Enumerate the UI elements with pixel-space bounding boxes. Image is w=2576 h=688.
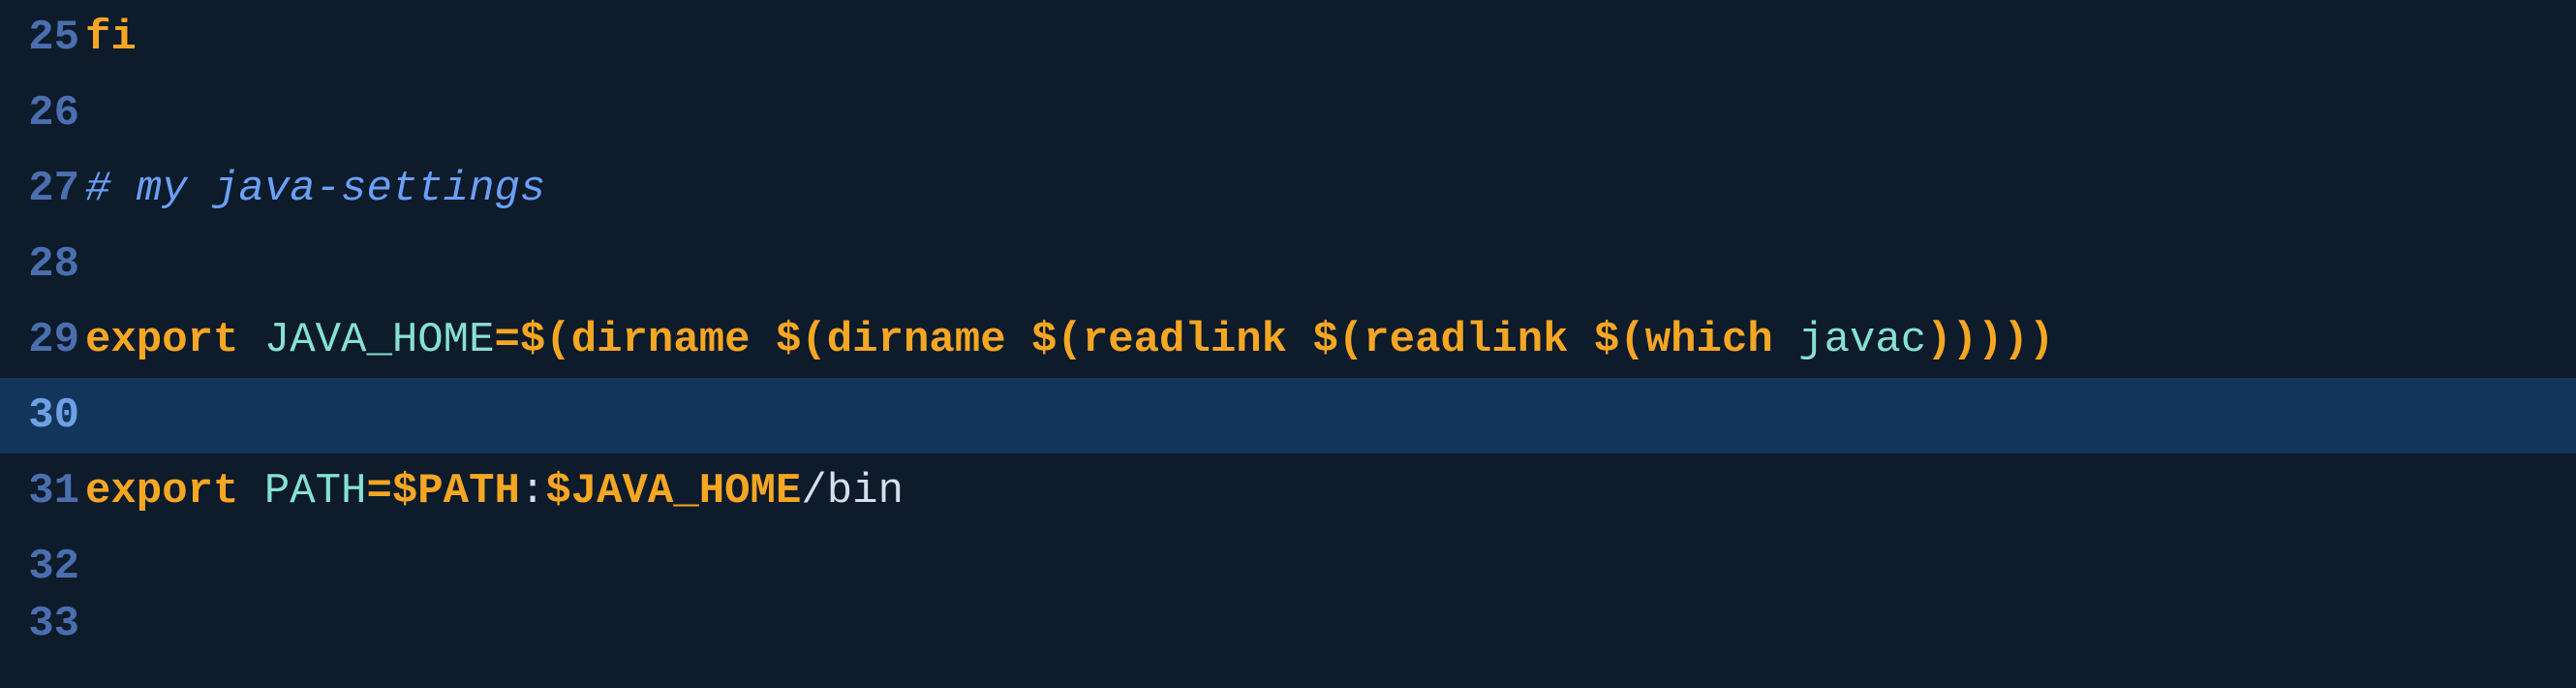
- cmd-dirname: dirname: [571, 316, 751, 364]
- arg-javac: javac: [1798, 316, 1926, 364]
- line-number: 30: [0, 378, 85, 453]
- cmd-readlink: readlink: [1083, 316, 1287, 364]
- space: [1569, 316, 1594, 364]
- subst-close: ))))): [1926, 316, 2054, 364]
- line-number: 25: [0, 0, 85, 76]
- code-line[interactable]: 25 fi: [0, 0, 2576, 76]
- line-number: 32: [0, 529, 85, 605]
- subst-open: $(: [776, 316, 827, 364]
- colon: :: [520, 467, 545, 516]
- code-content[interactable]: export JAVA_HOME=$(dirname $(dirname $(r…: [85, 302, 2576, 378]
- cmd-dirname: dirname: [827, 316, 1006, 364]
- keyword-export: export: [85, 316, 238, 364]
- keyword-export: export: [85, 467, 238, 516]
- line-number: 29: [0, 302, 85, 378]
- line-number: 27: [0, 151, 85, 227]
- envvar-java-home: $JAVA_HOME: [545, 467, 801, 516]
- space: [1773, 316, 1798, 364]
- keyword-fi: fi: [85, 14, 137, 62]
- code-content[interactable]: # my java-settings: [85, 151, 2576, 227]
- code-line[interactable]: 26: [0, 76, 2576, 151]
- line-number: 28: [0, 227, 85, 302]
- code-content[interactable]: export PATH=$PATH:$JAVA_HOME/bin: [85, 453, 2576, 529]
- space: [238, 467, 263, 516]
- variable-java-home: JAVA_HOME: [264, 316, 495, 364]
- variable-path: PATH: [264, 467, 367, 516]
- subst-open: $(: [1594, 316, 1645, 364]
- line-number: 31: [0, 453, 85, 529]
- code-content[interactable]: fi: [85, 0, 2576, 76]
- space: [238, 316, 263, 364]
- line-number: 33: [0, 605, 85, 643]
- code-line[interactable]: 29 export JAVA_HOME=$(dirname $(dirname …: [0, 302, 2576, 378]
- line-number: 26: [0, 76, 85, 151]
- subst-open: $(: [1031, 316, 1083, 364]
- equals-op: =: [494, 316, 519, 364]
- space: [1287, 316, 1312, 364]
- space: [1006, 316, 1031, 364]
- subst-open: $(: [1312, 316, 1364, 364]
- code-line[interactable]: 27 # my java-settings: [0, 151, 2576, 227]
- code-line[interactable]: 28: [0, 227, 2576, 302]
- code-editor[interactable]: 25 fi 26 27 # my java-settings 28 29 exp…: [0, 0, 2576, 688]
- cmd-readlink: readlink: [1364, 316, 1568, 364]
- code-line[interactable]: 33: [0, 605, 2576, 643]
- code-line-current[interactable]: 30: [0, 378, 2576, 453]
- code-line[interactable]: 32: [0, 529, 2576, 605]
- envvar-path: $PATH: [392, 467, 520, 516]
- equals-op: =: [366, 467, 391, 516]
- code-line[interactable]: 31 export PATH=$PATH:$JAVA_HOME/bin: [0, 453, 2576, 529]
- subst-open: $(: [520, 316, 571, 364]
- cmd-which: which: [1645, 316, 1773, 364]
- space: [751, 316, 776, 364]
- path-bin: /bin: [801, 467, 904, 516]
- comment: # my java-settings: [85, 165, 545, 213]
